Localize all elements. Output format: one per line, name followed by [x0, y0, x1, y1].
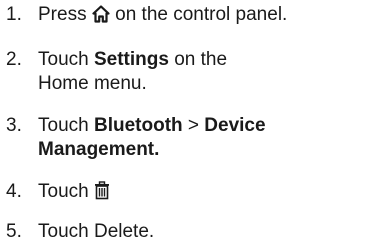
management-label: Management [38, 139, 155, 160]
step-text-part: on the control panel. [109, 4, 288, 25]
step-number: 5. [6, 221, 22, 242]
step-text: Touch Bluetooth > Device Management. [38, 114, 368, 162]
step-number: 2. [6, 49, 22, 70]
home-icon [92, 5, 110, 30]
step-text-part: Press [38, 4, 92, 25]
bluetooth-label: Bluetooth [93, 115, 183, 136]
step-text: Touch Settings on the Home menu. [38, 48, 368, 96]
step-text-part: Home menu. [38, 73, 147, 94]
step-text-part: . [154, 139, 160, 160]
step-text-part: Touch [38, 49, 94, 70]
step-text: Press on the control panel. [38, 3, 368, 30]
settings-label: Settings [93, 49, 169, 70]
step-text: Touch [38, 180, 368, 207]
step-text-part: on the [168, 49, 228, 70]
step-text-part: Touch [38, 181, 94, 202]
step-number: 1. [6, 4, 22, 25]
trash-icon [94, 181, 110, 207]
step-number: 3. [6, 115, 22, 136]
breadcrumb-separator: > [182, 115, 205, 136]
device-label: Device [204, 115, 266, 136]
step-text: Touch Delete. [38, 221, 155, 242]
step-text-part: Touch [38, 115, 94, 136]
step-number: 4. [6, 181, 22, 202]
